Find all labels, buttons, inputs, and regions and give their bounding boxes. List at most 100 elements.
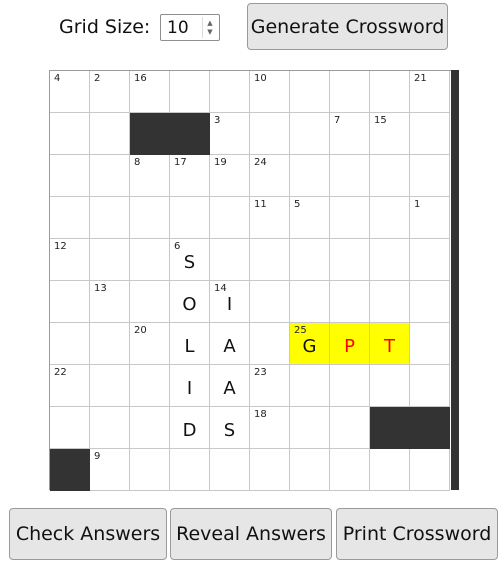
grid-cell[interactable]: [50, 113, 90, 155]
grid-cell[interactable]: [330, 155, 370, 197]
check-answers-button[interactable]: Check Answers: [9, 508, 167, 560]
grid-cell[interactable]: [410, 281, 450, 323]
grid-cell[interactable]: 13: [90, 281, 130, 323]
grid-cell[interactable]: [210, 71, 250, 113]
grid-cell[interactable]: [90, 155, 130, 197]
grid-cell[interactable]: [90, 197, 130, 239]
grid-cell[interactable]: [210, 449, 250, 491]
grid-size-input[interactable]: 10 ▲ ▼: [160, 14, 220, 41]
grid-cell[interactable]: 8: [130, 155, 170, 197]
grid-cell[interactable]: 24: [250, 155, 290, 197]
grid-cell[interactable]: 18: [250, 407, 290, 449]
grid-cell[interactable]: [90, 407, 130, 449]
grid-cell[interactable]: 22: [50, 365, 90, 407]
grid-cell[interactable]: [90, 365, 130, 407]
grid-cell[interactable]: [130, 449, 170, 491]
grid-cell[interactable]: O: [170, 281, 210, 323]
grid-cell[interactable]: [130, 239, 170, 281]
grid-cell[interactable]: 21: [410, 71, 450, 113]
grid-cell[interactable]: 17: [170, 155, 210, 197]
grid-cell[interactable]: [90, 239, 130, 281]
grid-cell[interactable]: I: [170, 365, 210, 407]
grid-cell[interactable]: 20: [130, 323, 170, 365]
grid-cell[interactable]: 16: [130, 71, 170, 113]
spinner-up-icon[interactable]: ▲: [207, 19, 212, 28]
grid-cell[interactable]: [170, 449, 210, 491]
grid-cell[interactable]: 1: [410, 197, 450, 239]
grid-cell[interactable]: [250, 449, 290, 491]
grid-cell[interactable]: [130, 407, 170, 449]
grid-cell[interactable]: 2: [90, 71, 130, 113]
grid-cell[interactable]: [290, 407, 330, 449]
grid-cell[interactable]: [330, 365, 370, 407]
grid-cell[interactable]: [130, 197, 170, 239]
grid-cell[interactable]: [330, 407, 370, 449]
grid-cell[interactable]: [290, 281, 330, 323]
grid-cell[interactable]: [330, 281, 370, 323]
grid-cell[interactable]: [130, 365, 170, 407]
grid-cell[interactable]: [410, 365, 450, 407]
grid-cell[interactable]: [290, 113, 330, 155]
grid-cell[interactable]: [370, 449, 410, 491]
grid-cell[interactable]: [290, 71, 330, 113]
grid-cell[interactable]: [370, 365, 410, 407]
grid-cell[interactable]: [50, 197, 90, 239]
grid-cell[interactable]: [250, 281, 290, 323]
grid-cell[interactable]: [250, 323, 290, 365]
grid-cell[interactable]: [250, 113, 290, 155]
grid-cell[interactable]: 6S: [170, 239, 210, 281]
grid-cell[interactable]: 10: [250, 71, 290, 113]
grid-cell[interactable]: [410, 155, 450, 197]
print-crossword-button[interactable]: Print Crossword: [336, 508, 498, 560]
grid-cell[interactable]: 25 G: [290, 323, 330, 365]
grid-cell[interactable]: [50, 155, 90, 197]
grid-cell[interactable]: [250, 239, 290, 281]
grid-cell[interactable]: [370, 197, 410, 239]
grid-cell[interactable]: [370, 71, 410, 113]
grid-cell[interactable]: [410, 449, 450, 491]
grid-cell[interactable]: [290, 365, 330, 407]
grid-cell[interactable]: [410, 113, 450, 155]
grid-cell[interactable]: [410, 239, 450, 281]
grid-cell[interactable]: 14 I: [210, 281, 250, 323]
grid-cell[interactable]: D: [170, 407, 210, 449]
grid-cell[interactable]: 19: [210, 155, 250, 197]
grid-cell[interactable]: A: [210, 323, 250, 365]
grid-cell[interactable]: 11: [250, 197, 290, 239]
grid-cell[interactable]: [330, 197, 370, 239]
grid-cell[interactable]: [50, 323, 90, 365]
grid-cell[interactable]: [170, 197, 210, 239]
grid-cell[interactable]: S: [210, 407, 250, 449]
generate-crossword-button[interactable]: Generate Crossword: [247, 3, 448, 50]
grid-cell[interactable]: P: [330, 323, 370, 365]
spinner-down-icon[interactable]: ▼: [207, 28, 212, 37]
grid-cell[interactable]: [130, 281, 170, 323]
grid-cell[interactable]: 23: [250, 365, 290, 407]
grid-cell[interactable]: [330, 71, 370, 113]
grid-cell[interactable]: 15: [370, 113, 410, 155]
grid-cell[interactable]: [50, 281, 90, 323]
grid-cell[interactable]: [330, 239, 370, 281]
grid-cell[interactable]: [370, 281, 410, 323]
grid-cell[interactable]: [90, 113, 130, 155]
grid-cell[interactable]: 7: [330, 113, 370, 155]
grid-cell[interactable]: 3: [210, 113, 250, 155]
grid-cell[interactable]: 5: [290, 197, 330, 239]
grid-cell[interactable]: [290, 155, 330, 197]
grid-cell[interactable]: [370, 239, 410, 281]
grid-cell[interactable]: 12: [50, 239, 90, 281]
grid-cell[interactable]: [170, 71, 210, 113]
grid-cell[interactable]: 4: [50, 71, 90, 113]
grid-cell[interactable]: [210, 239, 250, 281]
grid-cell[interactable]: L: [170, 323, 210, 365]
grid-cell[interactable]: A: [210, 365, 250, 407]
grid-cell[interactable]: [290, 449, 330, 491]
number-spinner[interactable]: ▲ ▼: [202, 17, 217, 38]
reveal-answers-button[interactable]: Reveal Answers: [170, 508, 332, 560]
grid-cell[interactable]: [370, 155, 410, 197]
grid-cell[interactable]: [290, 239, 330, 281]
grid-cell[interactable]: [210, 197, 250, 239]
grid-cell[interactable]: [50, 407, 90, 449]
grid-cell[interactable]: [330, 449, 370, 491]
grid-cell[interactable]: T: [370, 323, 410, 365]
